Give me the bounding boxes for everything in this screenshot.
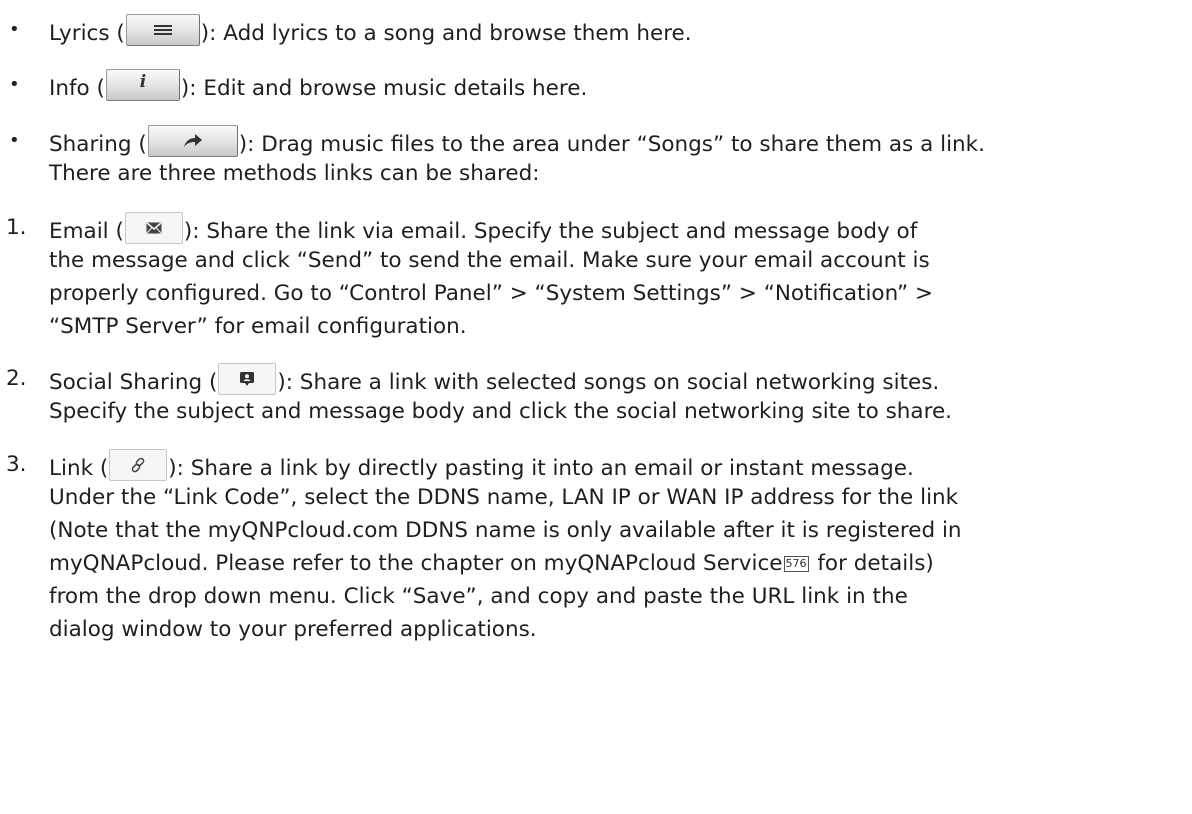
email-button[interactable] <box>124 212 183 244</box>
page-reference-link[interactable]: 576 <box>783 556 809 572</box>
continuation-line: “SMTP Server” for email configuration. <box>49 314 467 339</box>
document-page: • Lyrics ( ): Add lyrics to a song and br… <box>0 0 1192 814</box>
menu-lines-icon <box>153 25 172 35</box>
bullet-marker: • <box>9 19 20 40</box>
item-label: Info ( <box>49 76 105 101</box>
continuation-line: dialog window to your preferred applicat… <box>49 617 537 642</box>
chain-link-icon <box>131 457 145 473</box>
item-label: Social Sharing ( <box>49 370 218 395</box>
item-text: ): Share a link by directly pasting it i… <box>168 456 914 481</box>
line: Link ( ): Share a link by directly pastin… <box>49 449 914 485</box>
reference-text: myQNAPcloud. Please refer to the chapter… <box>49 551 783 576</box>
item-label: Lyrics ( <box>49 21 125 46</box>
bullet-marker: • <box>9 130 20 151</box>
social-bubble-icon <box>240 372 255 386</box>
link-button[interactable] <box>109 449 168 481</box>
envelope-icon <box>146 222 162 234</box>
continuation-line: the message and click “Send” to send the… <box>49 248 930 273</box>
number-marker: 2. <box>6 366 27 391</box>
number-marker: 3. <box>6 452 27 477</box>
lyrics-button[interactable] <box>125 14 200 46</box>
share-arrow-icon <box>183 134 202 147</box>
sharing-button[interactable] <box>147 125 238 157</box>
reference-text-after: for details) <box>810 551 934 576</box>
line: Info ( i ): Edit and browse music details … <box>49 69 587 105</box>
reference-line: myQNAPcloud. Please refer to the chapter… <box>49 548 934 580</box>
item-text: ): Edit and browse music details here. <box>180 76 588 101</box>
info-i-icon: i <box>139 72 147 92</box>
item-text: ): Add lyrics to a song and browse them … <box>200 21 692 46</box>
social-sharing-button[interactable] <box>218 363 277 395</box>
number-marker: 1. <box>6 215 27 240</box>
item-text: ): Share the link via email. Specify the… <box>183 219 918 244</box>
line: Social Sharing ( ): Share a link with sel… <box>49 363 939 399</box>
item-label: Email ( <box>49 219 124 244</box>
line: Sharing ( ): Drag music files to the area… <box>49 125 985 161</box>
item-label: Sharing ( <box>49 132 147 157</box>
info-button[interactable]: i <box>105 69 180 101</box>
item-text: ): Drag music files to the area under “S… <box>238 132 985 157</box>
item-text: ): Share a link with selected songs on s… <box>277 370 940 395</box>
continuation-line: Specify the subject and message body and… <box>49 399 953 424</box>
item-label: Link ( <box>49 456 109 481</box>
line: Email ( ): Share the link via email. Spec… <box>49 212 917 248</box>
continuation-line: properly configured. Go to “Control Pane… <box>49 281 934 306</box>
continuation-line: (Note that the myQNPcloud.com DDNS name … <box>49 518 962 543</box>
continuation-line: from the drop down menu. Click “Save”, a… <box>49 584 908 609</box>
continuation-line: Under the “Link Code”, select the DDNS n… <box>49 485 959 510</box>
bullet-marker: • <box>9 74 20 95</box>
line: Lyrics ( ): Add lyrics to a song and brow… <box>49 14 692 50</box>
continuation-line: There are three methods links can be sha… <box>49 161 540 186</box>
